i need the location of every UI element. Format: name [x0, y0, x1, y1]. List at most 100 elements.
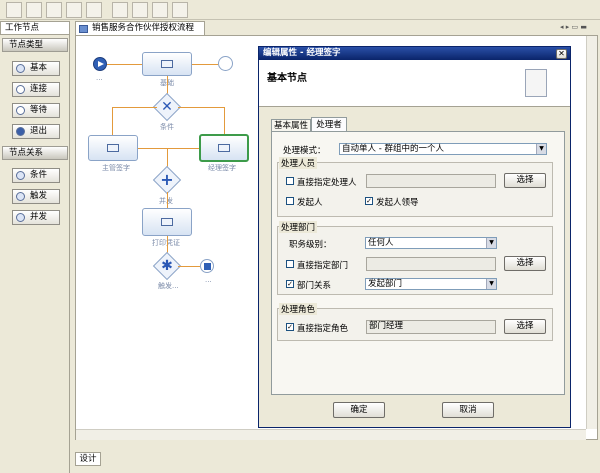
close-button[interactable]: ✕	[556, 49, 567, 59]
direct-role-label: 直接指定角色	[297, 324, 349, 334]
dialog-title-bar: 编辑属性 - 经理签字	[259, 47, 570, 60]
palette-tab[interactable]: 工作节点	[0, 21, 70, 35]
condition-label: 条件	[160, 123, 174, 131]
direct-person-field[interactable]	[366, 174, 496, 188]
direct-person-label: 直接指定处理人	[297, 178, 357, 188]
end-node-top[interactable]	[218, 56, 233, 71]
flow-line	[112, 107, 113, 135]
group-person	[277, 162, 553, 217]
user-icon[interactable]	[132, 2, 148, 18]
palette-condition[interactable]: 条件	[12, 168, 60, 183]
end-node[interactable]	[200, 259, 214, 273]
task-icon	[161, 60, 173, 68]
task-print[interactable]	[142, 208, 192, 236]
rank-select[interactable]: 任何人 ▼	[365, 237, 497, 249]
select-dept-button[interactable]: 选择	[504, 256, 546, 271]
horizontal-scrollbar[interactable]	[76, 429, 586, 440]
flow-line	[178, 107, 224, 108]
group-person-title: 处理人员	[279, 157, 318, 169]
palette-basic[interactable]: 基本	[12, 61, 60, 76]
chevron-down-icon: ▼	[536, 144, 546, 154]
delete-icon[interactable]	[172, 2, 188, 18]
task-print-label: 打印凭证	[152, 239, 180, 247]
basic-node-icon	[16, 64, 25, 73]
play-icon	[98, 61, 104, 67]
direct-person-checkbox[interactable]	[286, 177, 294, 185]
start-node[interactable]	[93, 57, 107, 71]
task-right[interactable]	[199, 134, 249, 162]
section-node-types[interactable]: 节点类型	[2, 38, 68, 52]
task-icon	[161, 218, 173, 226]
condition-icon	[16, 171, 25, 180]
toolbar	[0, 0, 600, 20]
direct-role-checkbox[interactable]: ✓	[286, 323, 294, 331]
new-icon[interactable]	[6, 2, 22, 18]
task-left[interactable]	[88, 135, 138, 161]
flow-line	[224, 107, 225, 135]
tab-handler[interactable]: 处理者	[311, 117, 347, 132]
palette-panel: 工作节点 节点类型 基本 连接 等待 退出 节点关系 条件 触发 并发	[0, 21, 70, 473]
dept-relation-label: 部门关系	[297, 281, 332, 291]
rank-label: 职务级别：	[289, 240, 332, 250]
copy-icon[interactable]	[66, 2, 82, 18]
dialog-heading: 基本节点	[267, 73, 307, 84]
mode-select[interactable]: 自动单人 - 群组中的一个人 ▼	[339, 143, 547, 155]
task-right-label: 经理签字	[208, 164, 236, 172]
palette-trigger[interactable]: 触发	[12, 189, 60, 204]
palette-wait[interactable]: 等待	[12, 103, 60, 118]
process-icon	[79, 25, 88, 33]
flow-line	[167, 192, 168, 208]
initiator-checkbox[interactable]	[286, 197, 294, 205]
clock-icon	[16, 106, 25, 115]
direct-dept-label: 直接指定部门	[297, 261, 349, 271]
task-top[interactable]	[142, 52, 192, 76]
palette-fork[interactable]: 并发	[12, 210, 60, 225]
flow-line	[138, 148, 199, 149]
dept-relation-select[interactable]: 发起部门 ▼	[365, 278, 497, 290]
editor-tab[interactable]: 销售服务合作伙伴授权流程	[75, 21, 205, 35]
select-role-button[interactable]: 选择	[504, 319, 546, 334]
fork-icon	[16, 213, 25, 222]
initiator-leader-checkbox[interactable]: ✓	[365, 197, 373, 205]
mode-label: 处理模式：	[283, 146, 326, 156]
select-person-button[interactable]: 选择	[504, 173, 546, 188]
vertical-scrollbar[interactable]	[586, 36, 597, 429]
section-node-relations[interactable]: 节点关系	[2, 146, 68, 160]
chevron-down-icon: ▼	[486, 238, 496, 248]
direct-dept-checkbox[interactable]	[286, 260, 294, 268]
flow-line	[192, 64, 218, 65]
chevron-down-icon: ▼	[486, 279, 496, 289]
palette-connect[interactable]: 连接	[12, 82, 60, 97]
flow-line	[112, 107, 157, 108]
asterisk-icon: ✱	[161, 258, 173, 274]
connect-node-icon	[16, 85, 25, 94]
document-icon	[525, 69, 547, 97]
close-icon: ✕	[161, 99, 173, 115]
end-label: ...	[205, 276, 212, 284]
initiator-leader-label: 发起人领导	[376, 198, 419, 208]
role-field[interactable]: 部门经理	[366, 320, 496, 334]
group-department-title: 处理部门	[279, 221, 318, 233]
properties-dialog: 编辑属性 - 经理签字 ✕ 基本节点 基本属性 处理者 处理模式： 自动单人 -…	[258, 46, 571, 428]
flow-line	[178, 266, 200, 267]
dept-relation-checkbox[interactable]: ✓	[286, 280, 294, 288]
cancel-button[interactable]: 取消	[442, 402, 494, 418]
save-icon[interactable]	[46, 2, 62, 18]
palette-exit[interactable]: 退出	[12, 124, 60, 139]
design-tab[interactable]: 设计	[75, 452, 101, 466]
direct-dept-field[interactable]	[366, 257, 496, 271]
code-icon[interactable]	[112, 2, 128, 18]
print-icon[interactable]	[86, 2, 102, 18]
route-icon[interactable]	[152, 2, 168, 18]
start-label: ...	[96, 74, 103, 82]
trigger-label: 触发...	[158, 282, 179, 290]
stop-icon	[204, 263, 211, 270]
fork-label: 并发	[159, 197, 173, 205]
initiator-label: 发起人	[297, 198, 323, 208]
editor-tab-nav[interactable]: ◂ ▸ ▭ ▬	[560, 23, 596, 33]
ok-button[interactable]: 确定	[333, 402, 385, 418]
plus-icon: +	[160, 170, 174, 189]
exit-node-icon	[16, 127, 25, 136]
task-icon	[107, 144, 119, 152]
open-icon[interactable]	[26, 2, 42, 18]
